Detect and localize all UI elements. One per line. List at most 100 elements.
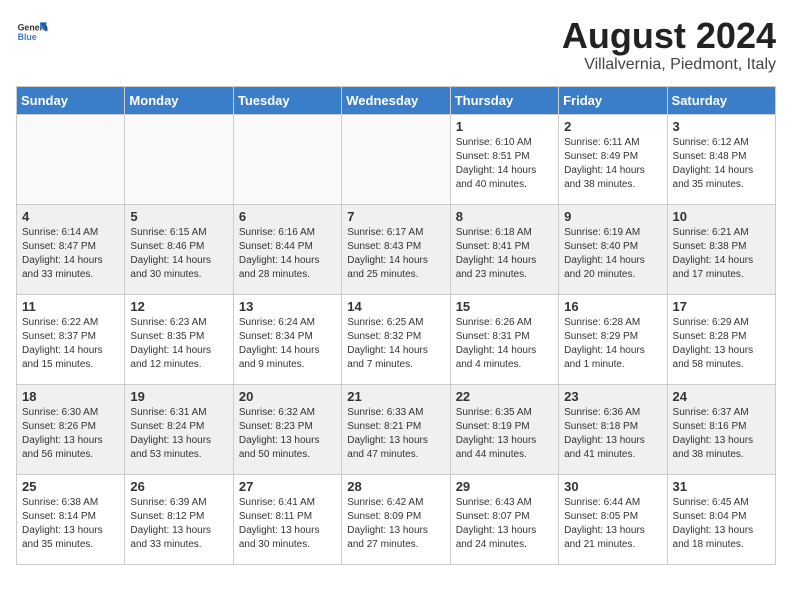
day-info: Sunrise: 6:43 AM Sunset: 8:07 PM Dayligh… (456, 496, 553, 552)
day-info: Sunrise: 6:32 AM Sunset: 8:23 PM Dayligh… (239, 406, 336, 462)
calendar-cell (233, 114, 341, 204)
calendar-cell: 7 Sunrise: 6:17 AM Sunset: 8:43 PM Daylig… (342, 204, 450, 294)
calendar-cell: 12 Sunrise: 6:23 AM Sunset: 8:35 PM Dayli… (125, 294, 233, 384)
day-info: Sunrise: 6:29 AM Sunset: 8:28 PM Dayligh… (673, 316, 770, 372)
day-info: Sunrise: 6:15 AM Sunset: 8:46 PM Dayligh… (130, 226, 227, 282)
month-year-title: August 2024 (562, 16, 776, 56)
calendar-cell: 31 Sunrise: 6:45 AM Sunset: 8:04 PM Dayli… (667, 474, 775, 564)
calendar-table: SundayMondayTuesdayWednesdayThursdayFrid… (16, 86, 776, 565)
logo-icon: General Blue (16, 16, 48, 48)
day-info: Sunrise: 6:38 AM Sunset: 8:14 PM Dayligh… (22, 496, 119, 552)
weekday-header-friday: Friday (559, 86, 667, 114)
calendar-cell: 2 Sunrise: 6:11 AM Sunset: 8:49 PM Daylig… (559, 114, 667, 204)
day-number: 20 (239, 389, 336, 404)
day-number: 26 (130, 479, 227, 494)
day-number: 6 (239, 209, 336, 224)
calendar-cell (17, 114, 125, 204)
logo: General Blue (16, 16, 48, 48)
calendar-cell (125, 114, 233, 204)
day-info: Sunrise: 6:44 AM Sunset: 8:05 PM Dayligh… (564, 496, 661, 552)
day-info: Sunrise: 6:33 AM Sunset: 8:21 PM Dayligh… (347, 406, 444, 462)
day-number: 7 (347, 209, 444, 224)
calendar-cell: 11 Sunrise: 6:22 AM Sunset: 8:37 PM Dayli… (17, 294, 125, 384)
calendar-cell: 19 Sunrise: 6:31 AM Sunset: 8:24 PM Dayli… (125, 384, 233, 474)
day-number: 5 (130, 209, 227, 224)
day-info: Sunrise: 6:12 AM Sunset: 8:48 PM Dayligh… (673, 136, 770, 192)
day-info: Sunrise: 6:16 AM Sunset: 8:44 PM Dayligh… (239, 226, 336, 282)
calendar-week-row: 18 Sunrise: 6:30 AM Sunset: 8:26 PM Dayli… (17, 384, 776, 474)
day-number: 11 (22, 299, 119, 314)
calendar-cell: 20 Sunrise: 6:32 AM Sunset: 8:23 PM Dayli… (233, 384, 341, 474)
day-number: 22 (456, 389, 553, 404)
day-info: Sunrise: 6:30 AM Sunset: 8:26 PM Dayligh… (22, 406, 119, 462)
day-number: 14 (347, 299, 444, 314)
calendar-cell: 18 Sunrise: 6:30 AM Sunset: 8:26 PM Dayli… (17, 384, 125, 474)
calendar-cell: 30Sunrise: 6:44 AM Sunset: 8:05 PM Dayli… (559, 474, 667, 564)
day-info: Sunrise: 6:45 AM Sunset: 8:04 PM Dayligh… (673, 496, 770, 552)
title-area: August 2024 Villalvernia, Piedmont, Ital… (562, 16, 776, 74)
calendar-cell: 13 Sunrise: 6:24 AM Sunset: 8:34 PM Dayli… (233, 294, 341, 384)
day-number: 19 (130, 389, 227, 404)
weekday-header-row: SundayMondayTuesdayWednesdayThursdayFrid… (17, 86, 776, 114)
day-info: Sunrise: 6:36 AM Sunset: 8:18 PM Dayligh… (564, 406, 661, 462)
calendar-cell: 24Sunrise: 6:37 AM Sunset: 8:16 PM Dayli… (667, 384, 775, 474)
day-info: Sunrise: 6:35 AM Sunset: 8:19 PM Dayligh… (456, 406, 553, 462)
day-number: 3 (673, 119, 770, 134)
day-info: Sunrise: 6:14 AM Sunset: 8:47 PM Dayligh… (22, 226, 119, 282)
weekday-header-sunday: Sunday (17, 86, 125, 114)
day-number: 12 (130, 299, 227, 314)
weekday-header-saturday: Saturday (667, 86, 775, 114)
day-info: Sunrise: 6:41 AM Sunset: 8:11 PM Dayligh… (239, 496, 336, 552)
day-info: Sunrise: 6:21 AM Sunset: 8:38 PM Dayligh… (673, 226, 770, 282)
calendar-cell: 16 Sunrise: 6:28 AM Sunset: 8:29 PM Dayli… (559, 294, 667, 384)
day-number: 4 (22, 209, 119, 224)
day-number: 29 (456, 479, 553, 494)
calendar-cell: 17Sunrise: 6:29 AM Sunset: 8:28 PM Dayli… (667, 294, 775, 384)
day-number: 24 (673, 389, 770, 404)
calendar-cell (342, 114, 450, 204)
calendar-cell: 27 Sunrise: 6:41 AM Sunset: 8:11 PM Dayli… (233, 474, 341, 564)
calendar-cell: 3 Sunrise: 6:12 AM Sunset: 8:48 PM Daylig… (667, 114, 775, 204)
day-number: 15 (456, 299, 553, 314)
day-number: 31 (673, 479, 770, 494)
calendar-week-row: 4 Sunrise: 6:14 AM Sunset: 8:47 PM Daylig… (17, 204, 776, 294)
location-subtitle: Villalvernia, Piedmont, Italy (562, 56, 776, 74)
calendar-cell: 14Sunrise: 6:25 AM Sunset: 8:32 PM Dayli… (342, 294, 450, 384)
day-info: Sunrise: 6:39 AM Sunset: 8:12 PM Dayligh… (130, 496, 227, 552)
calendar-cell: 1Sunrise: 6:10 AM Sunset: 8:51 PM Daylig… (450, 114, 558, 204)
header: General Blue August 2024 Villalvernia, P… (16, 16, 776, 74)
calendar-cell: 10Sunrise: 6:21 AM Sunset: 8:38 PM Dayli… (667, 204, 775, 294)
day-number: 21 (347, 389, 444, 404)
weekday-header-wednesday: Wednesday (342, 86, 450, 114)
day-info: Sunrise: 6:28 AM Sunset: 8:29 PM Dayligh… (564, 316, 661, 372)
weekday-header-tuesday: Tuesday (233, 86, 341, 114)
day-info: Sunrise: 6:42 AM Sunset: 8:09 PM Dayligh… (347, 496, 444, 552)
day-number: 13 (239, 299, 336, 314)
day-number: 2 (564, 119, 661, 134)
calendar-cell: 6 Sunrise: 6:16 AM Sunset: 8:44 PM Daylig… (233, 204, 341, 294)
day-number: 18 (22, 389, 119, 404)
weekday-header-thursday: Thursday (450, 86, 558, 114)
day-info: Sunrise: 6:10 AM Sunset: 8:51 PM Dayligh… (456, 136, 553, 192)
svg-text:Blue: Blue (18, 32, 37, 42)
calendar-week-row: 11 Sunrise: 6:22 AM Sunset: 8:37 PM Dayli… (17, 294, 776, 384)
calendar-week-row: 1Sunrise: 6:10 AM Sunset: 8:51 PM Daylig… (17, 114, 776, 204)
calendar-week-row: 25Sunrise: 6:38 AM Sunset: 8:14 PM Dayli… (17, 474, 776, 564)
calendar-cell: 25Sunrise: 6:38 AM Sunset: 8:14 PM Dayli… (17, 474, 125, 564)
weekday-header-monday: Monday (125, 86, 233, 114)
day-info: Sunrise: 6:24 AM Sunset: 8:34 PM Dayligh… (239, 316, 336, 372)
calendar-cell: 29 Sunrise: 6:43 AM Sunset: 8:07 PM Dayli… (450, 474, 558, 564)
calendar-cell: 26 Sunrise: 6:39 AM Sunset: 8:12 PM Dayli… (125, 474, 233, 564)
day-info: Sunrise: 6:17 AM Sunset: 8:43 PM Dayligh… (347, 226, 444, 282)
calendar-cell: 21 Sunrise: 6:33 AM Sunset: 8:21 PM Dayli… (342, 384, 450, 474)
day-info: Sunrise: 6:11 AM Sunset: 8:49 PM Dayligh… (564, 136, 661, 192)
calendar-cell: 15Sunrise: 6:26 AM Sunset: 8:31 PM Dayli… (450, 294, 558, 384)
day-number: 27 (239, 479, 336, 494)
calendar-cell: 28Sunrise: 6:42 AM Sunset: 8:09 PM Dayli… (342, 474, 450, 564)
day-info: Sunrise: 6:22 AM Sunset: 8:37 PM Dayligh… (22, 316, 119, 372)
day-info: Sunrise: 6:23 AM Sunset: 8:35 PM Dayligh… (130, 316, 227, 372)
day-number: 8 (456, 209, 553, 224)
calendar-cell: 5 Sunrise: 6:15 AM Sunset: 8:46 PM Daylig… (125, 204, 233, 294)
day-info: Sunrise: 6:31 AM Sunset: 8:24 PM Dayligh… (130, 406, 227, 462)
day-number: 16 (564, 299, 661, 314)
